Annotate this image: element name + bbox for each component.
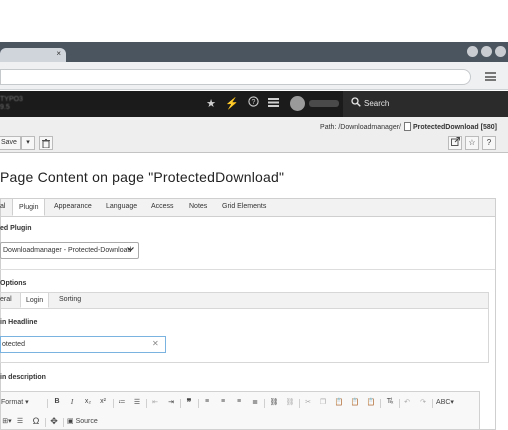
breadcrumb: Path: /Downloadmanager/ProtectedDownload…	[320, 122, 497, 131]
section-divider	[0, 269, 495, 270]
options-label: Options	[0, 280, 27, 287]
save-dropdown-chevron-icon[interactable]: ▾	[20, 136, 35, 150]
horizontal-rule-icon[interactable]: ☰	[15, 417, 25, 425]
format-label: Format	[1, 399, 24, 406]
subtab-login[interactable]: Login	[20, 292, 50, 308]
align-right-icon[interactable]: ≡	[234, 398, 244, 405]
tab-general[interactable]: al	[0, 198, 5, 216]
special-character-icon[interactable]: Ω	[31, 416, 41, 426]
tab-notes[interactable]: Notes	[189, 198, 207, 216]
rte-editor: Format ▾ B I x₂ x² ≔ ☰ ⇤ ⇥ ❞ ≡ ≡ ≡ ≣ ⛓ ⛓…	[0, 391, 480, 430]
unlink-icon[interactable]: ⛓	[284, 398, 296, 406]
username-redacted[interactable]	[309, 100, 339, 107]
clear-cache-bolt-icon[interactable]: ⚡	[224, 96, 240, 112]
tab-grid-elements[interactable]: Grid Elements	[222, 198, 266, 216]
remove-format-icon[interactable]: T̸ₓ	[384, 398, 396, 405]
spellcheck-icon[interactable]: ABC▾	[436, 398, 454, 406]
tab-plugin[interactable]: Plugin	[12, 198, 46, 216]
typo3-logo[interactable]: TYPO3 9.5	[0, 96, 36, 112]
toolbar-separator	[146, 399, 147, 408]
cut-icon[interactable]: ✂	[303, 398, 313, 406]
system-info-list-icon[interactable]	[265, 96, 281, 112]
toolbar-separator	[264, 399, 265, 408]
toolbar-separator	[45, 418, 46, 427]
browser-tab[interactable]: ×	[0, 48, 66, 62]
paste-text-icon[interactable]: 📋	[350, 398, 360, 406]
tab-close-icon[interactable]: ×	[56, 49, 61, 58]
selected-plugin-label: ed Plugin	[0, 225, 32, 232]
bookmark-star-icon[interactable]: ★	[203, 96, 219, 112]
link-icon[interactable]: ⛓	[268, 398, 280, 406]
search-label[interactable]: Search	[364, 99, 389, 108]
help-icon[interactable]: ?	[245, 96, 261, 112]
format-dropdown[interactable]: Format ▾	[1, 398, 43, 406]
save-button-group: Save ▾	[0, 136, 53, 150]
tab-access[interactable]: Access	[151, 198, 174, 216]
toolbar-separator	[380, 399, 381, 408]
open-new-window-icon[interactable]	[448, 136, 462, 150]
align-justify-icon[interactable]: ≣	[250, 398, 260, 406]
outdent-icon[interactable]: ⇤	[150, 398, 160, 406]
breadcrumb-page: ProtectedDownload [580]	[412, 124, 497, 131]
redo-icon[interactable]: ↷	[418, 398, 428, 406]
plugin-select[interactable]: Downloadmanager - Protected-Download	[0, 242, 139, 259]
source-button[interactable]: ▣ Source	[67, 417, 98, 425]
toolbar-separator	[432, 399, 433, 408]
toolbar-separator	[299, 399, 300, 408]
save-button[interactable]: Save	[0, 136, 21, 150]
table-icon[interactable]: ⊞▾	[1, 417, 13, 425]
subtab-general[interactable]: eral	[0, 292, 12, 308]
login-headline-label: in Headline	[0, 319, 38, 326]
login-description-label: in description	[0, 374, 46, 381]
screen: × TYPO3 9.5 ★ ⚡ ? Search Path: /Download…	[0, 0, 508, 430]
clear-input-icon[interactable]: ✕	[152, 339, 159, 348]
source-code-icon: ▣	[67, 418, 74, 425]
toolbar-separator	[198, 399, 199, 408]
logo-version: 9.5	[0, 104, 10, 111]
svg-text:?: ?	[251, 99, 255, 106]
breadcrumb-path: Path: /Downloadmanager/	[320, 124, 401, 131]
undo-icon[interactable]: ↶	[402, 398, 412, 406]
bookmark-star-outline-icon[interactable]: ☆	[465, 136, 479, 150]
tab-appearance[interactable]: Appearance	[54, 198, 92, 216]
toolbar-separator	[399, 399, 400, 408]
chevron-down-icon	[127, 246, 134, 254]
align-center-icon[interactable]: ≡	[218, 398, 228, 405]
logo-text: TYPO3	[0, 96, 23, 103]
maximize-icon[interactable]: ✥	[49, 416, 59, 427]
italic-icon[interactable]: I	[67, 398, 77, 406]
window-close-button[interactable]	[495, 46, 506, 57]
user-avatar-icon[interactable]	[290, 96, 305, 111]
search-icon	[351, 97, 363, 111]
paste-icon[interactable]: 📋	[334, 398, 344, 406]
paste-word-icon[interactable]: 📋	[366, 398, 376, 406]
subtab-sorting[interactable]: Sorting	[59, 292, 81, 308]
blockquote-icon[interactable]: ❞	[184, 397, 194, 408]
bold-icon[interactable]: B	[52, 398, 62, 405]
align-left-icon[interactable]: ≡	[202, 398, 212, 405]
subscript-icon[interactable]: x₂	[82, 398, 94, 405]
address-bar[interactable]	[0, 69, 471, 85]
toolbar-separator	[180, 399, 181, 408]
tab-language[interactable]: Language	[106, 198, 137, 216]
copy-icon[interactable]: ❐	[318, 398, 328, 406]
help-question-icon[interactable]: ?	[482, 136, 496, 150]
page-icon	[403, 122, 411, 131]
superscript-icon[interactable]: x²	[97, 398, 109, 405]
browser-menu-icon[interactable]	[485, 72, 496, 81]
source-label: Source	[75, 418, 98, 425]
delete-trash-icon[interactable]	[38, 136, 53, 150]
toolbar-separator	[47, 399, 48, 408]
bullet-list-icon[interactable]: ☰	[132, 398, 142, 406]
browser-titlebar	[0, 42, 508, 62]
toolbar-separator	[63, 418, 64, 427]
toolbar-separator	[113, 399, 114, 408]
window-minimize-button[interactable]	[467, 46, 478, 57]
numbered-list-icon[interactable]: ≔	[117, 398, 127, 406]
window-maximize-button[interactable]	[481, 46, 492, 57]
login-headline-input[interactable]: otected	[0, 336, 166, 353]
page-title: Page Content on page "ProtectedDownload"	[0, 169, 285, 185]
indent-icon[interactable]: ⇥	[166, 398, 176, 406]
